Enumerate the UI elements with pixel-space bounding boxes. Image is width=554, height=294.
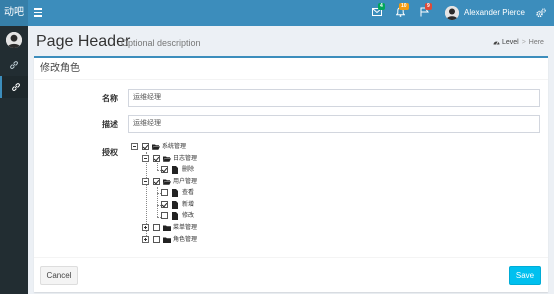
expand-icon[interactable] [142,236,149,243]
breadcrumb: Level > Here [493,38,544,47]
name-input[interactable]: 运维经理 [128,89,540,107]
file-icon [172,166,178,174]
tree-label-role: 角色管理 [173,237,198,243]
collapse-icon[interactable] [142,155,149,162]
tree-checkbox-log[interactable] [153,155,160,162]
file-icon [172,212,178,220]
user-name[interactable]: Alexander Pierce [464,8,525,18]
sidebar [0,26,28,294]
tree-node-user[interactable]: 用户管理 [142,177,242,187]
tree-label-user-view: 查看 [182,190,195,196]
sidebar-user-avatar[interactable] [6,32,22,48]
save-button[interactable]: Save [509,266,541,285]
description-label: 描述 [102,120,118,129]
collapse-icon[interactable] [131,143,138,150]
folder-open-icon [163,156,171,162]
tree-checkbox-user-add[interactable] [161,201,168,208]
user-avatar[interactable] [445,6,459,20]
tree-checkbox-menu[interactable] [153,224,160,231]
top-navbar: 动吧 4 10 9 Alexander Pierce [0,0,554,26]
tree-label-user: 用户管理 [173,179,198,185]
tree-label-log: 日志管理 [173,156,198,162]
tree-checkbox-role[interactable] [153,236,160,243]
mail-count-badge: 4 [378,3,385,10]
tree-label-menu: 菜单管理 [173,225,198,231]
authorization-label: 授权 [102,148,118,157]
file-icon [172,189,178,197]
tree-checkbox-user-edit[interactable] [161,212,168,219]
folder-open-icon [163,179,171,185]
tree-node-menu[interactable]: 菜单管理 [142,223,242,233]
tree-checkbox-system[interactable] [142,143,149,150]
notification-count-badge: 10 [399,3,409,10]
expand-icon[interactable] [142,224,149,231]
tree-node-user-view[interactable]: 查看 [161,188,221,198]
tree-node-log-delete[interactable]: 删除 [161,165,221,175]
tree-label-user-add: 新增 [182,202,195,208]
sidebar-toggle-icon[interactable] [34,8,42,17]
folder-open-icon [152,144,160,150]
box-title: 修改角色 [40,63,80,74]
tree-node-system[interactable]: 系统管理 [131,142,231,152]
breadcrumb-level-link[interactable]: Level [502,39,519,46]
collapse-icon[interactable] [142,178,149,185]
sidebar-item-link-1[interactable] [0,54,28,76]
tree-checkbox-log-delete[interactable] [161,166,168,173]
tree-node-user-edit[interactable]: 修改 [161,211,221,221]
folder-icon [163,237,171,243]
tree-node-role[interactable]: 角色管理 [142,235,242,245]
edit-role-box: 修改角色 名称 运维经理 描述 运维经理 授权 Cancel Save [34,56,548,292]
tree-checkbox-user[interactable] [153,178,160,185]
tree-label-user-edit: 修改 [182,213,195,219]
file-icon [172,201,178,209]
app-logo[interactable]: 动吧 [0,0,28,26]
page-description: Optional description [121,38,201,48]
tree-node-user-add[interactable]: 新增 [161,200,221,210]
tree-checkbox-user-view[interactable] [161,189,168,196]
link-icon [12,83,20,91]
description-input[interactable]: 运维经理 [128,115,540,133]
tree-label-log-delete: 删除 [182,167,195,173]
cancel-button[interactable]: Cancel [40,266,78,285]
link-icon [10,61,18,69]
gears-icon[interactable] [536,8,546,20]
divider [34,79,548,80]
folder-icon [163,225,171,231]
sidebar-item-link-2[interactable] [0,76,28,98]
tree-label-system: 系统管理 [162,144,187,150]
footer-divider [34,257,548,258]
breadcrumb-current: Here [528,39,544,46]
page-title: Page Header [36,33,131,50]
name-label: 名称 [102,94,118,103]
dashboard-icon [493,41,500,45]
tree-node-log[interactable]: 日志管理 [142,154,242,164]
flag-count-badge: 9 [425,3,432,10]
